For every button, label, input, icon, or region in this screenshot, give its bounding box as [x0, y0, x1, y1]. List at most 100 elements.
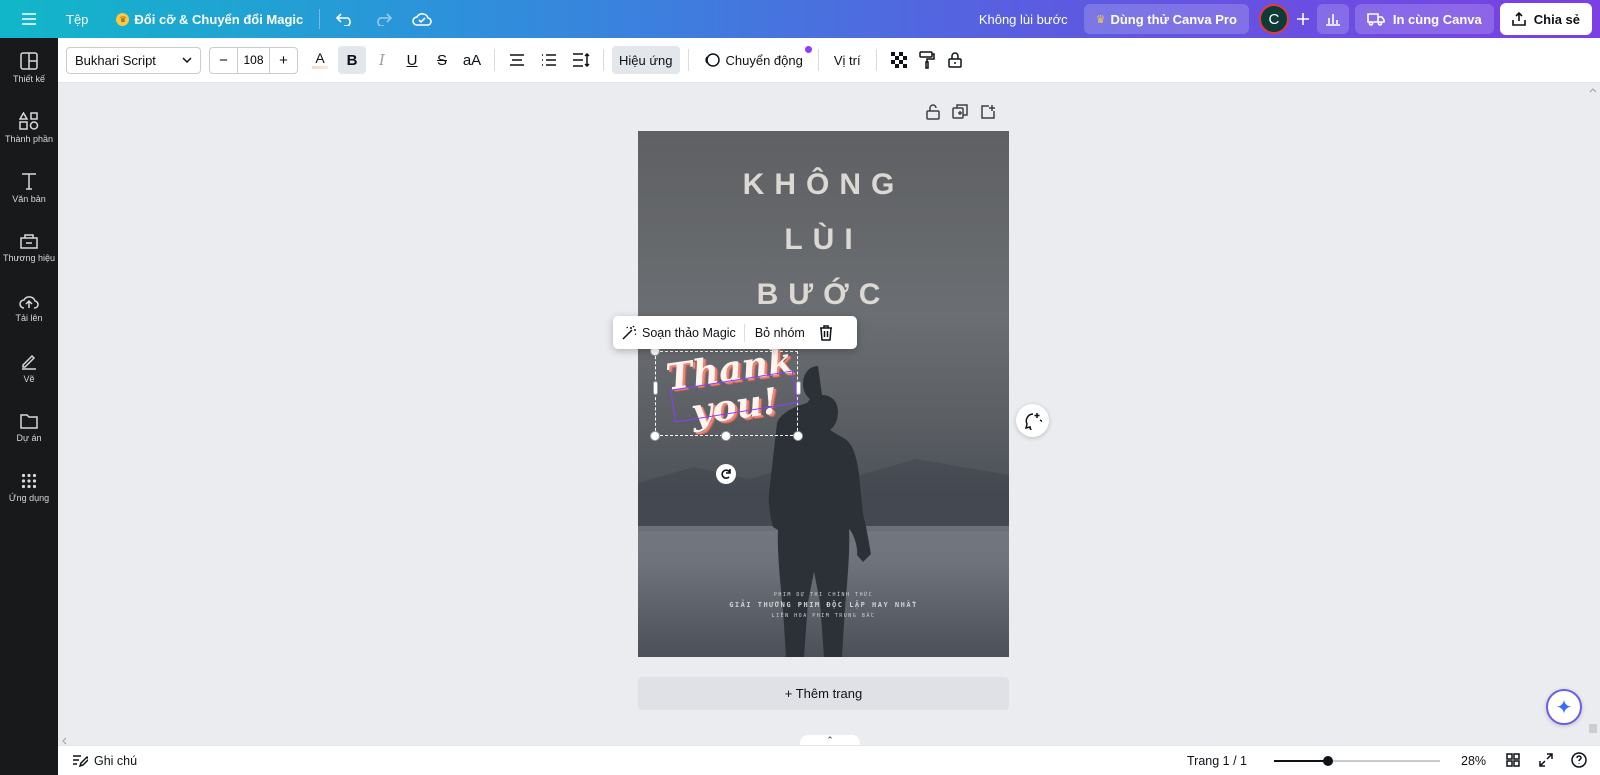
divider — [494, 49, 495, 71]
redo-button[interactable] — [364, 0, 402, 38]
animate-label: Chuyển động — [725, 52, 803, 68]
sidebar-item-design[interactable]: Thiết kế — [0, 38, 58, 98]
title-line-1[interactable]: KHÔNG — [638, 168, 1009, 202]
add-collaborator-button[interactable] — [1289, 0, 1317, 38]
resize-handle-bottom-left[interactable] — [650, 431, 660, 441]
font-size-stepper: − + — [209, 46, 298, 74]
credit-main[interactable]: GIẢI THƯỞNG PHIM ĐỘC LẬP HAY NHẤT — [638, 601, 1009, 609]
letter-case-button[interactable]: aA — [458, 46, 486, 74]
align-center-icon — [510, 54, 524, 66]
resize-handle-right[interactable] — [796, 381, 801, 395]
magic-resize-button[interactable]: ♛ Đổi cỡ & Chuyển đổi Magic — [106, 0, 313, 38]
sidebar-item-draw[interactable]: Vẽ — [0, 338, 58, 398]
fullscreen-icon — [1539, 753, 1553, 767]
comment-add-icon — [1024, 412, 1042, 430]
add-page-icon[interactable] — [980, 104, 996, 120]
page-actions — [926, 104, 996, 120]
left-sidebar: Thiết kế Thành phần Văn bản Thương hiệu … — [0, 38, 58, 775]
resize-handle-bottom-right[interactable] — [793, 431, 803, 441]
sidebar-item-label: Dự án — [16, 433, 42, 443]
font-family-value: Bukhari Script — [75, 52, 156, 68]
resize-handle-left[interactable] — [653, 381, 658, 395]
ungroup-button[interactable]: Bỏ nhóm — [745, 316, 815, 349]
add-comment-button[interactable] — [1016, 404, 1049, 437]
layout-icon — [20, 52, 38, 70]
share-label: Chia sẻ — [1533, 11, 1580, 27]
grid-view-icon — [1506, 753, 1520, 767]
bold-button[interactable]: B — [338, 46, 366, 74]
file-menu[interactable]: Tệp — [56, 0, 98, 38]
strikethrough-button[interactable]: S — [428, 46, 456, 74]
title-line-3[interactable]: BƯỚC — [638, 278, 1009, 312]
title-line-2[interactable]: LÙI — [638, 223, 1009, 257]
page-counter[interactable]: Trang 1 / 1 — [1187, 754, 1247, 768]
animate-button[interactable]: Chuyển động — [697, 46, 812, 74]
share-button[interactable]: Chia sẻ — [1499, 3, 1592, 35]
format-toolbar: Bukhari Script − + A B I U S aA Hiệu ứng… — [58, 38, 1600, 83]
text-color-button[interactable]: A — [306, 46, 334, 74]
hamburger-icon — [22, 13, 36, 25]
list-button[interactable] — [535, 46, 563, 74]
main-menu-button[interactable] — [0, 0, 56, 38]
align-button[interactable] — [503, 46, 531, 74]
try-pro-label: Dùng thử Canva Pro — [1110, 11, 1237, 27]
sidebar-item-apps[interactable]: Ứng dụng — [0, 458, 58, 518]
sidebar-item-text[interactable]: Văn bản — [0, 158, 58, 218]
crown-icon: ♛ — [116, 12, 130, 26]
sidebar-item-label: Thành phần — [4, 134, 54, 144]
notes-button[interactable]: Ghi chú — [72, 754, 137, 768]
zoom-slider-fill — [1274, 760, 1328, 762]
print-button[interactable]: In cùng Canva — [1354, 4, 1494, 34]
credit-small-1[interactable]: PHIM DỰ THI CHÍNH THỨC — [638, 592, 1009, 598]
share-icon — [1511, 12, 1526, 26]
credit-small-2[interactable]: LIÊN HOA PHIM TRUNG BẮC — [638, 613, 1009, 619]
position-button[interactable]: Vị trí — [827, 46, 868, 74]
increase-size-button[interactable]: + — [270, 52, 297, 69]
help-button[interactable] — [1571, 752, 1587, 771]
document-title[interactable]: Không lùi bước — [969, 0, 1078, 38]
undo-button[interactable] — [326, 0, 364, 38]
sidebar-item-brand[interactable]: Thương hiệu — [0, 218, 58, 278]
decrease-size-button[interactable]: − — [210, 52, 237, 69]
italic-button[interactable]: I — [368, 46, 396, 74]
magic-resize-label: Đổi cỡ & Chuyển đổi Magic — [134, 11, 304, 27]
bar-chart-icon — [1325, 14, 1340, 26]
spacing-button[interactable] — [567, 46, 595, 74]
lock-icon[interactable] — [926, 104, 940, 120]
zoom-value[interactable]: 28% — [1461, 754, 1486, 768]
divider — [319, 9, 321, 29]
duplicate-icon[interactable] — [952, 104, 968, 120]
copy-style-button[interactable] — [913, 46, 941, 74]
font-size-input[interactable] — [237, 47, 270, 73]
lock-icon — [947, 52, 962, 68]
vertical-scrollbar[interactable] — [1588, 84, 1598, 734]
add-page-button[interactable]: + Thêm trang — [638, 677, 1009, 710]
lock-button[interactable] — [941, 46, 969, 74]
underline-button[interactable]: U — [398, 46, 426, 74]
sidebar-item-projects[interactable]: Dự án — [0, 398, 58, 458]
delete-button[interactable] — [815, 316, 842, 349]
insights-button[interactable] — [1316, 4, 1349, 34]
sidebar-item-elements[interactable]: Thành phần — [0, 98, 58, 158]
magic-write-button[interactable]: Soạn thảo Magic — [613, 316, 744, 349]
effects-button[interactable]: Hiệu ứng — [612, 46, 680, 74]
folder-icon — [20, 414, 38, 429]
divider — [687, 49, 689, 71]
rotate-handle[interactable] — [716, 464, 736, 484]
avatar[interactable]: C — [1258, 4, 1289, 34]
transparency-button[interactable] — [885, 46, 913, 74]
zoom-slider[interactable] — [1274, 756, 1440, 766]
sidebar-item-label: Thương hiệu — [3, 253, 55, 263]
font-family-select[interactable]: Bukhari Script — [66, 46, 201, 74]
resize-handle-bottom[interactable] — [721, 431, 731, 441]
cloud-save-status[interactable] — [402, 0, 442, 38]
grid-view-button[interactable] — [1506, 753, 1520, 770]
horizontal-scrollbar[interactable] — [60, 733, 1590, 745]
try-pro-button[interactable]: ♛ Dùng thử Canva Pro — [1083, 4, 1249, 34]
zoom-slider-knob[interactable] — [1323, 756, 1333, 766]
fullscreen-button[interactable] — [1539, 753, 1553, 770]
plus-icon — [1296, 13, 1309, 25]
scroll-arrows — [1589, 88, 1597, 733]
magic-assistant-button[interactable]: ✦ — [1546, 689, 1582, 725]
sidebar-item-uploads[interactable]: Tải lên — [0, 278, 58, 338]
